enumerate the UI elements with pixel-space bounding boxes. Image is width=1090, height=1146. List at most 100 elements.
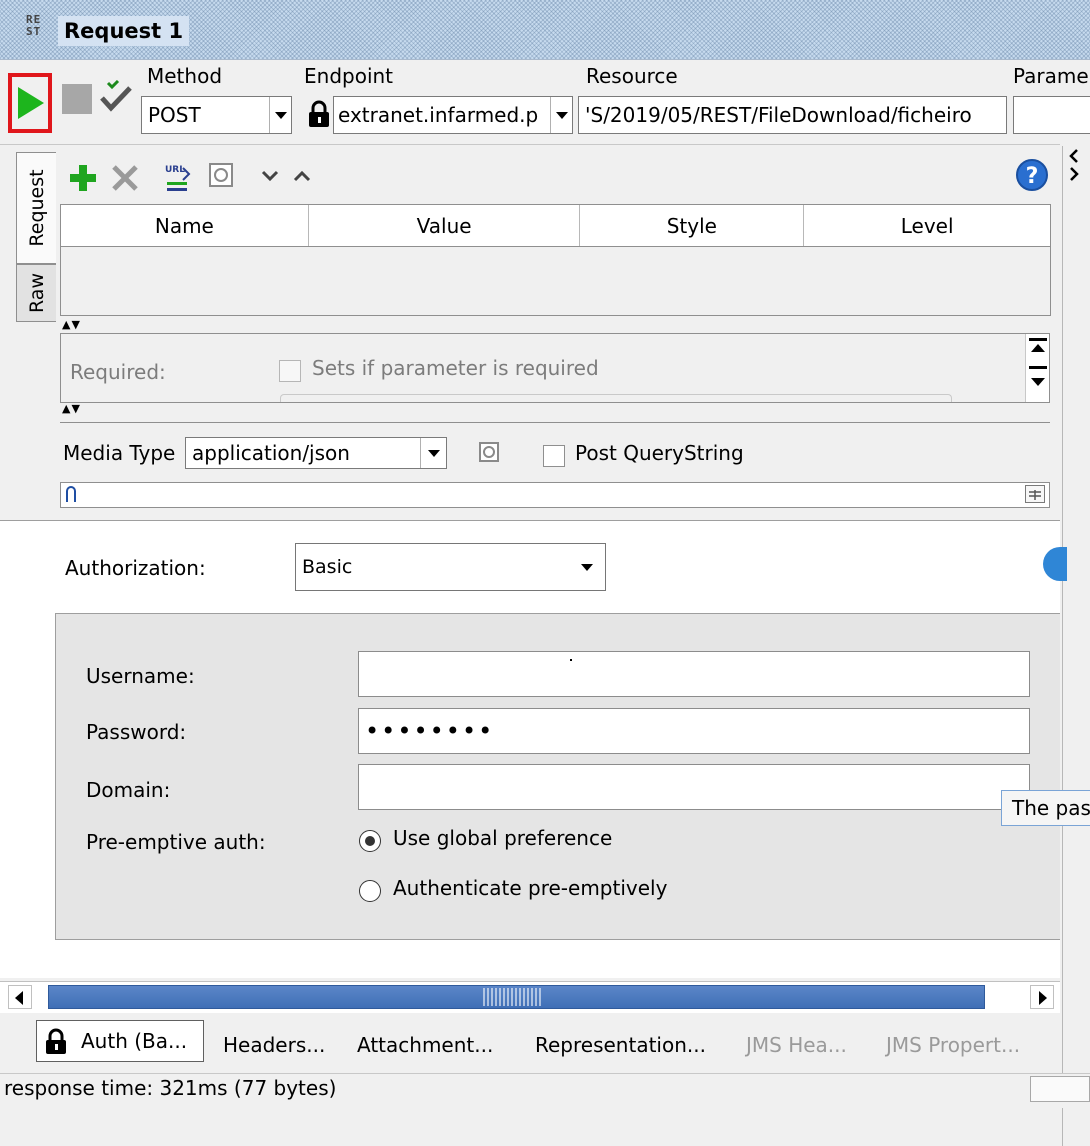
sync-icon xyxy=(209,163,233,187)
text-cursor xyxy=(570,659,572,661)
authorization-label: Authorization: xyxy=(65,556,206,580)
radio-authenticate-preemptively[interactable] xyxy=(359,880,381,902)
resource-value: 'S/2019/05/REST/FileDownload/ficheiro xyxy=(585,103,972,127)
move-down-button[interactable] xyxy=(260,166,280,186)
add-assertion-button[interactable] xyxy=(99,79,133,116)
splitter-handle[interactable]: ▲▼ xyxy=(62,402,81,415)
post-querystring-checkbox[interactable] xyxy=(543,445,565,467)
radio-use-global-preference[interactable] xyxy=(359,830,381,852)
stop-button[interactable] xyxy=(62,84,92,114)
details-field-edge xyxy=(280,394,952,402)
password-value: •••••••• xyxy=(365,717,495,745)
request-vertical-tabs: Request Raw xyxy=(16,152,56,322)
request-title: Request 1 xyxy=(64,19,184,43)
parameters-table-header: Name Value Style Level xyxy=(61,205,1050,247)
collapse-chevrons-icon xyxy=(1069,149,1079,181)
rest-logo-icon: REST xyxy=(26,14,48,42)
required-label: Required: xyxy=(70,360,166,384)
add-parameter-button[interactable] xyxy=(68,161,98,195)
tab-headers[interactable]: Headers... xyxy=(223,1033,325,1057)
scrollbar-grip xyxy=(483,988,543,1006)
move-up-button[interactable] xyxy=(292,166,312,186)
parameters-input[interactable] xyxy=(1013,96,1090,134)
username-label: Username: xyxy=(86,664,195,688)
method-dropdown-icon[interactable] xyxy=(269,97,291,133)
required-description: Sets if parameter is required xyxy=(312,356,599,380)
endpoint-label: Endpoint xyxy=(304,64,394,88)
scroll-up-icon[interactable] xyxy=(1031,344,1045,352)
details-scrollbar[interactable] xyxy=(1025,334,1049,402)
resource-label: Resource xyxy=(586,64,678,88)
column-header-level[interactable]: Level xyxy=(804,205,1050,246)
chevron-up-icon xyxy=(293,170,311,182)
resource-input[interactable]: 'S/2019/05/REST/FileDownload/ficheiro xyxy=(578,96,1007,134)
radio-authenticate-preemptively-label[interactable]: Authenticate pre-emptively xyxy=(393,876,667,900)
method-value: POST xyxy=(148,103,201,127)
endpoint-dropdown-icon[interactable] xyxy=(550,97,572,133)
expand-icon xyxy=(1029,490,1041,500)
remove-parameter-button[interactable] xyxy=(110,161,140,195)
sync-parameters-button[interactable] xyxy=(208,162,236,190)
domain-input[interactable] xyxy=(358,764,1030,810)
tab-representations[interactable]: Representation... xyxy=(535,1033,706,1057)
parameters-table[interactable]: Name Value Style Level xyxy=(60,204,1051,316)
endpoint-value: extranet.infarmed.p xyxy=(338,103,539,127)
media-type-label: Media Type xyxy=(63,441,176,465)
extract-url-params-button[interactable]: URL xyxy=(163,160,195,194)
domain-label: Domain: xyxy=(86,778,171,802)
password-input[interactable]: •••••••• xyxy=(358,708,1030,754)
right-side-strip xyxy=(1062,146,1090,1146)
request-body-editor[interactable] xyxy=(60,482,1050,508)
username-input[interactable] xyxy=(358,651,1030,697)
column-header-value[interactable]: Value xyxy=(309,205,581,246)
parameters-toolbar: URL ? xyxy=(60,156,1050,202)
parameters-label: Parame xyxy=(1013,64,1089,88)
checkmark-icon xyxy=(100,79,132,112)
method-select[interactable]: POST xyxy=(141,96,292,134)
editor-toggle-button[interactable] xyxy=(1025,485,1045,503)
tab-raw[interactable]: Raw xyxy=(16,264,56,322)
splitter-handle[interactable]: ▲▼ xyxy=(62,318,81,331)
scroll-left-icon[interactable] xyxy=(8,985,32,1009)
media-type-value: application/json xyxy=(192,441,350,465)
tab-jms-properties[interactable]: JMS Propert... xyxy=(886,1033,1020,1057)
tab-attachments[interactable]: Attachment... xyxy=(357,1033,493,1057)
scroll-mid-bar xyxy=(1029,366,1047,369)
tab-request[interactable]: Request xyxy=(16,152,56,264)
scroll-right-icon[interactable] xyxy=(1030,985,1054,1009)
authorization-type-value: Basic xyxy=(302,556,353,578)
column-header-name[interactable]: Name xyxy=(61,205,309,246)
authorization-dropdown-icon[interactable] xyxy=(575,544,605,590)
editor-fold-icon xyxy=(66,486,76,502)
endpoint-select[interactable]: extranet.infarmed.p xyxy=(333,96,573,134)
sync-icon xyxy=(479,442,499,462)
preemptive-auth-label: Pre-emptive auth: xyxy=(86,830,266,854)
response-time-status: response time: 321ms (77 bytes) xyxy=(4,1076,337,1100)
method-label: Method xyxy=(147,64,223,88)
radio-use-global-preference-label[interactable]: Use global preference xyxy=(393,826,612,850)
scroll-down-icon[interactable] xyxy=(1031,378,1045,386)
tab-jms-headers[interactable]: JMS Hea... xyxy=(746,1033,847,1057)
run-request-button[interactable] xyxy=(12,77,48,129)
help-button[interactable]: ? xyxy=(1015,158,1049,192)
delete-x-icon xyxy=(112,165,138,191)
password-label: Password: xyxy=(86,720,187,744)
play-icon xyxy=(18,87,44,119)
rest-logo-text: REST xyxy=(26,13,42,38)
authorization-type-select[interactable]: Basic xyxy=(295,543,606,591)
media-type-dropdown-icon[interactable] xyxy=(420,438,446,468)
column-header-style[interactable]: Style xyxy=(580,205,805,246)
lock-icon xyxy=(44,1028,68,1056)
required-checkbox[interactable] xyxy=(279,360,301,382)
media-type-select[interactable]: application/json xyxy=(185,437,447,469)
help-question-icon: ? xyxy=(1016,159,1048,191)
tab-auth-label: Auth (Ba... xyxy=(81,1029,188,1053)
chevron-down-icon xyxy=(261,170,279,182)
svg-text:URL: URL xyxy=(165,165,185,175)
collapse-panel-button[interactable] xyxy=(1065,148,1085,184)
plus-icon xyxy=(70,165,96,191)
media-sync-button[interactable] xyxy=(478,441,502,465)
scroll-top-bar xyxy=(1029,338,1047,341)
password-tooltip: The pas xyxy=(1001,790,1090,826)
tab-request-label: Request xyxy=(25,169,48,247)
